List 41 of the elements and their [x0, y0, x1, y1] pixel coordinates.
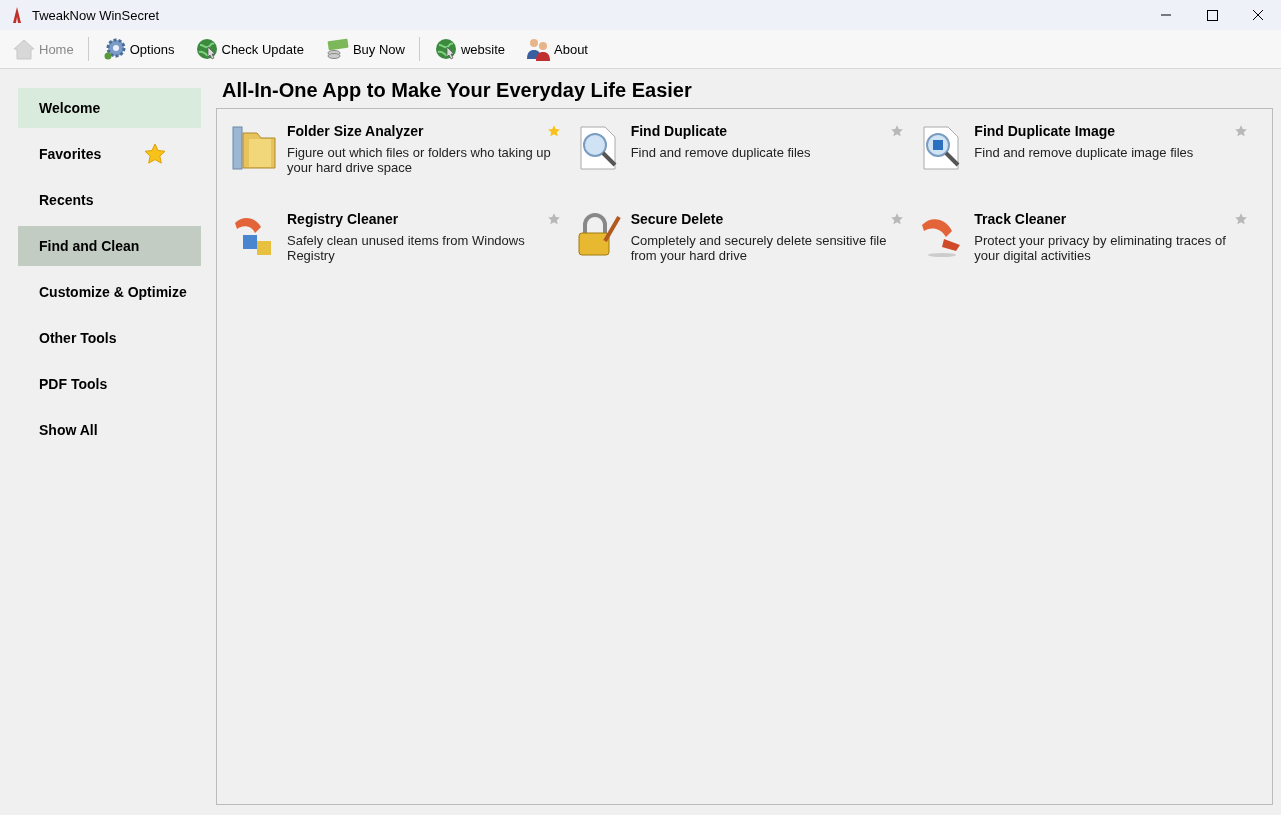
tool-title[interactable]: Find Duplicate Image — [974, 123, 1116, 139]
page-heading: All-In-One App to Make Your Everyday Life Easier — [222, 79, 693, 102]
favorite-star-icon[interactable] — [546, 124, 561, 138]
favorite-star-icon[interactable] — [890, 212, 905, 226]
sidebar-item[interactable]: Welcome — [18, 88, 201, 128]
tool-description: Protect your privacy by eliminating traces of your digital activities — [974, 233, 1227, 263]
globe-icon — [433, 37, 458, 61]
tool-title[interactable]: Track Cleaner — [974, 211, 1067, 227]
tool-title[interactable]: Secure Delete — [630, 211, 724, 227]
toolbar-button[interactable]: website — [427, 33, 511, 65]
sidebar-item[interactable]: PDF Tools — [18, 364, 201, 404]
tool-description: Find and remove duplicate files — [630, 145, 812, 160]
sidebar-item[interactable]: Favorites — [18, 134, 201, 174]
sidebar-item[interactable]: Other Tools — [18, 318, 201, 358]
toolbar-button[interactable]: Check Update — [188, 33, 310, 65]
tool-title[interactable]: Folder Size Analyzer — [287, 123, 424, 139]
tool-description: Safely clean unused items from Windows Registry — [287, 233, 526, 263]
toolbar-button[interactable]: Buy Now — [317, 34, 411, 64]
tool-description: Completely and securely delete sensitive file from your hard drive — [630, 233, 888, 263]
tool-title[interactable]: Find Duplicate — [630, 123, 728, 139]
favorite-star-icon[interactable] — [1234, 124, 1248, 138]
tool-description: Figure out which files or folders who taking up your hard drive space — [287, 145, 552, 175]
app-logo-icon — [12, 7, 22, 23]
sidebar-item[interactable]: Recents — [18, 180, 201, 220]
toolbar-button[interactable]: About — [519, 33, 594, 65]
star-icon — [143, 142, 168, 166]
home-icon — [12, 38, 36, 60]
tool-description: Find and remove duplicate image files — [974, 145, 1195, 160]
favorite-star-icon[interactable] — [1234, 212, 1248, 226]
toolbar-button[interactable]: Options — [96, 33, 181, 65]
favorite-star-icon[interactable] — [546, 212, 561, 226]
people-icon — [525, 37, 551, 61]
sidebar-item[interactable]: Show All — [18, 410, 201, 450]
sidebar-item[interactable]: Customize & Optimize — [18, 272, 201, 312]
tool-title[interactable]: Registry Cleaner — [287, 211, 399, 227]
window-title: TweakNow WinSecret — [32, 7, 160, 23]
folder-ruler-icon — [231, 123, 279, 171]
sidebar-item[interactable]: Find and Clean — [18, 226, 201, 266]
globe-icon — [194, 37, 219, 61]
gear-icon — [102, 37, 127, 61]
favorite-star-icon[interactable] — [890, 124, 905, 138]
